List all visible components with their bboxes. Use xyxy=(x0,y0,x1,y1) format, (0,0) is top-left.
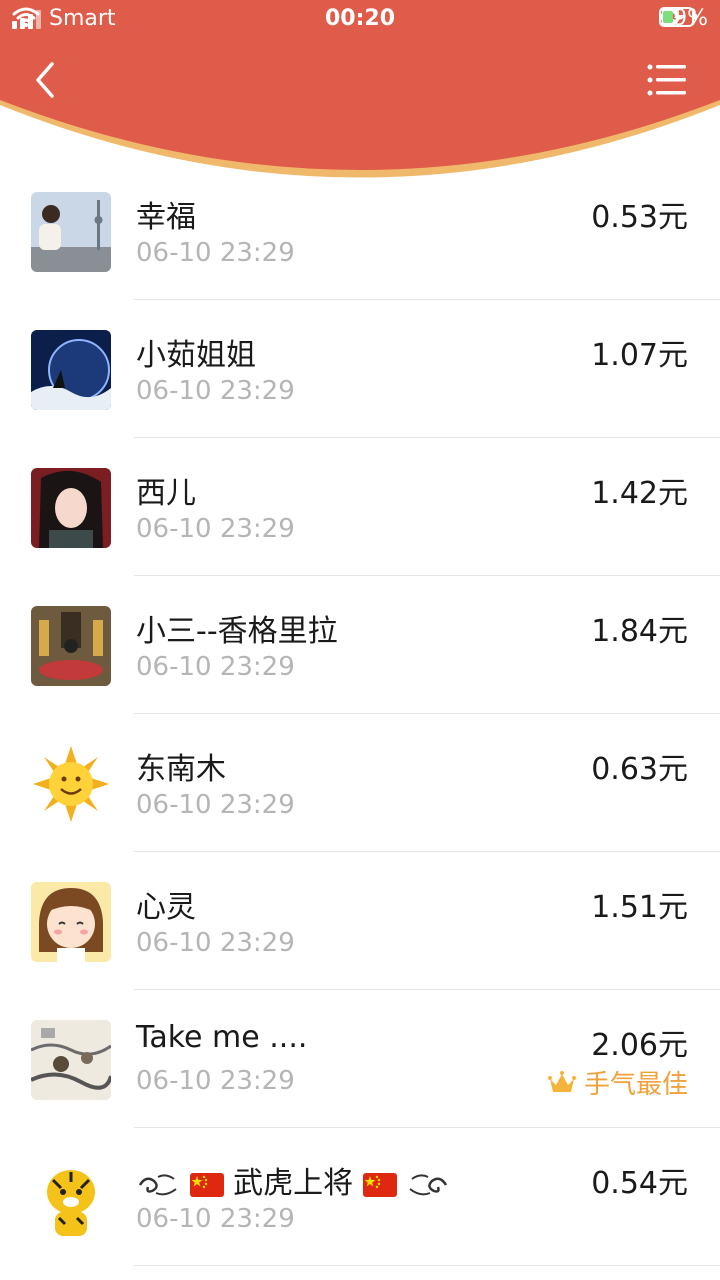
recipient-name-text: 武虎上将 xyxy=(233,1166,354,1201)
list-item[interactable]: 东南木 06-10 23:29 0.63元 xyxy=(0,714,720,852)
divider xyxy=(134,1265,720,1266)
best-luck-label: 手气最佳 xyxy=(583,1070,688,1100)
amount: 0.54元 xyxy=(591,1166,688,1201)
avatar xyxy=(31,192,111,272)
avatar xyxy=(31,1020,111,1100)
list-item[interactable]: Take me .... 06-10 23:29 2.06元 手气最佳 xyxy=(0,990,720,1128)
crown-icon xyxy=(547,1070,576,1092)
recipient-name: Take me .... xyxy=(136,1020,308,1055)
recipient-name: 西儿 xyxy=(136,476,196,511)
timestamp: 06-10 23:29 xyxy=(136,790,295,820)
amount: 1.51元 xyxy=(591,890,688,925)
timestamp: 06-10 23:29 xyxy=(136,376,295,406)
clock: 00:20 xyxy=(324,6,396,31)
menu-button[interactable] xyxy=(646,62,690,98)
battery-icon xyxy=(659,7,698,27)
chevron-left-icon xyxy=(36,62,54,98)
avatar xyxy=(31,468,111,548)
recipient-name: 幸福 xyxy=(136,200,196,235)
china-flag-icon xyxy=(189,1172,224,1197)
swirl-decoration-icon xyxy=(409,1173,448,1195)
timestamp: 06-10 23:29 xyxy=(136,1066,295,1096)
timestamp: 06-10 23:29 xyxy=(136,238,295,268)
list-item[interactable]: 小茹姐姐 06-10 23:29 1.07元 xyxy=(0,300,720,438)
list-item[interactable]: 西儿 06-10 23:29 1.42元 xyxy=(0,438,720,576)
recipient-list: 幸福 06-10 23:29 0.53元 小茹姐姐 06-10 23:29 1.… xyxy=(0,162,720,1266)
amount: 2.06元 xyxy=(591,1028,688,1063)
swirl-decoration-icon xyxy=(138,1173,177,1195)
recipient-name: 武虎上将 xyxy=(136,1158,450,1203)
recipient-name: 小三--香格里拉 xyxy=(136,614,338,649)
timestamp: 06-10 23:29 xyxy=(136,1204,295,1234)
status-bar: Smart 00:20 29% xyxy=(0,0,720,40)
best-luck-badge: 手气最佳 xyxy=(547,1064,688,1101)
avatar xyxy=(31,744,111,824)
avatar xyxy=(31,1158,111,1238)
recipient-name: 小茹姐姐 xyxy=(136,338,256,373)
timestamp: 06-10 23:29 xyxy=(136,652,295,682)
back-button[interactable] xyxy=(28,58,68,102)
recipient-name: 东南木 xyxy=(136,752,226,787)
recipient-name: 心灵 xyxy=(136,890,196,925)
amount: 1.42元 xyxy=(591,476,688,511)
china-flag-icon xyxy=(362,1172,397,1197)
avatar xyxy=(31,606,111,686)
list-item[interactable]: 武虎上将 06-10 23:29 0.54元 xyxy=(0,1128,720,1266)
amount: 0.63元 xyxy=(591,752,688,787)
list-item[interactable]: 小三--香格里拉 06-10 23:29 1.84元 xyxy=(0,576,720,714)
amount: 1.07元 xyxy=(591,338,688,373)
list-item[interactable]: 心灵 06-10 23:29 1.51元 xyxy=(0,852,720,990)
amount: 1.84元 xyxy=(591,614,688,649)
timestamp: 06-10 23:29 xyxy=(136,928,295,958)
timestamp: 06-10 23:29 xyxy=(136,514,295,544)
avatar xyxy=(31,330,111,410)
list-menu-icon xyxy=(647,64,686,96)
list-item[interactable]: 幸福 06-10 23:29 0.53元 xyxy=(0,162,720,300)
amount: 0.53元 xyxy=(591,200,688,235)
avatar xyxy=(31,882,111,962)
